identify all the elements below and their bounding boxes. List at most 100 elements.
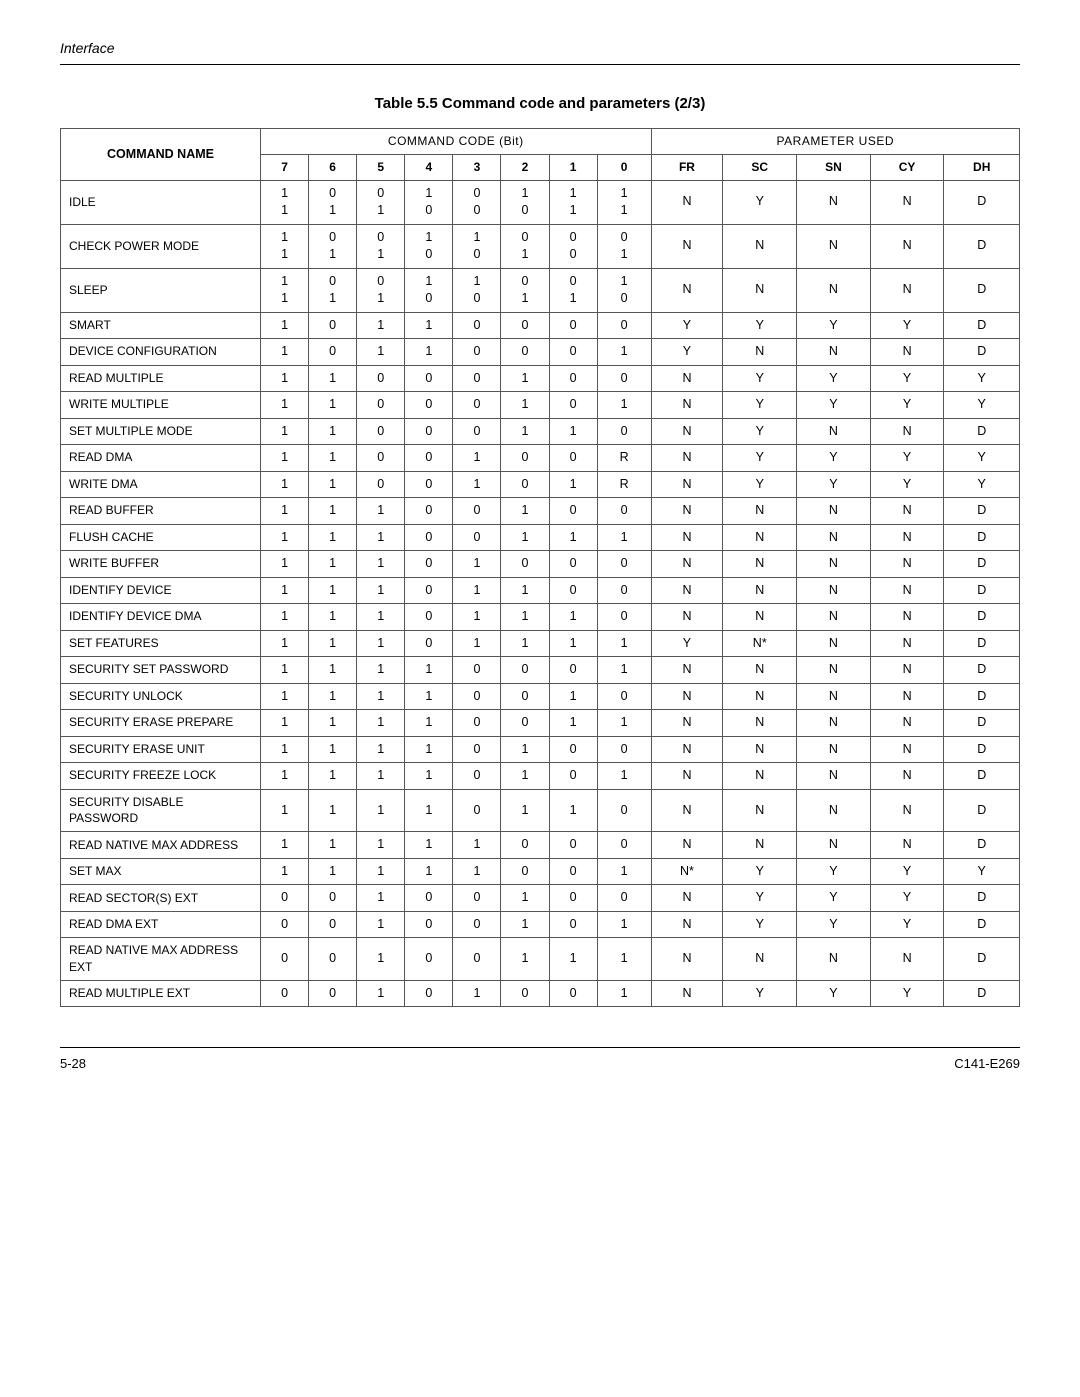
param-cell-4: Y bbox=[944, 445, 1020, 472]
bit-cell-6: 0 1 bbox=[549, 268, 597, 312]
cmd-name-cell: IDENTIFY DEVICE DMA bbox=[61, 604, 261, 631]
param-cell-1: N bbox=[723, 832, 797, 859]
bit-cell-3: 1 bbox=[405, 312, 453, 339]
bit-cell-3: 1 bbox=[405, 832, 453, 859]
bit-cell-3: 0 bbox=[405, 418, 453, 445]
bit-cell-3: 0 bbox=[405, 938, 453, 981]
bit-cell-7: 0 bbox=[597, 365, 651, 392]
param-cell-1: N bbox=[723, 224, 797, 268]
bit-cell-1: 0 bbox=[309, 911, 357, 938]
bit-cell-5: 0 bbox=[501, 551, 549, 578]
param-cell-4: D bbox=[944, 268, 1020, 312]
bit-cell-1: 1 bbox=[309, 551, 357, 578]
bit-cell-2: 1 bbox=[357, 577, 405, 604]
bit-cell-6: 0 bbox=[549, 980, 597, 1007]
bit-cell-4: 0 0 bbox=[453, 180, 501, 224]
cmd-name-cell: SET FEATURES bbox=[61, 630, 261, 657]
bit-cell-3: 1 bbox=[405, 339, 453, 366]
bit-cell-2: 0 1 bbox=[357, 224, 405, 268]
param-cell-1: Y bbox=[723, 471, 797, 498]
cmd-name-cell: READ BUFFER bbox=[61, 498, 261, 525]
bit-cell-0: 1 bbox=[261, 498, 309, 525]
bit-cell-3: 0 bbox=[405, 498, 453, 525]
bit-cell-0: 1 bbox=[261, 471, 309, 498]
bit-cell-1: 1 bbox=[309, 365, 357, 392]
cmd-name-cell: SMART bbox=[61, 312, 261, 339]
param-cell-0: N bbox=[651, 524, 723, 551]
bit-cell-7: 1 bbox=[597, 630, 651, 657]
bit-cell-0: 0 bbox=[261, 938, 309, 981]
param-cell-4: D bbox=[944, 551, 1020, 578]
param-cell-1: N bbox=[723, 498, 797, 525]
bit-cell-1: 0 1 bbox=[309, 180, 357, 224]
table-row: SECURITY ERASE PREPARE11110011NNNND bbox=[61, 710, 1020, 737]
param-cell-1: N bbox=[723, 789, 797, 832]
bit-cell-5: 1 bbox=[501, 577, 549, 604]
cmd-name-cell: CHECK POWER MODE bbox=[61, 224, 261, 268]
bit-cell-6: 0 bbox=[549, 858, 597, 885]
bit-cell-4: 0 bbox=[453, 657, 501, 684]
bit-cell-7: 1 bbox=[597, 710, 651, 737]
bit-cell-7: 1 bbox=[597, 911, 651, 938]
bit-cell-0: 0 bbox=[261, 980, 309, 1007]
col-sn: SN bbox=[797, 154, 871, 180]
bit-cell-7: 0 bbox=[597, 832, 651, 859]
param-cell-1: N bbox=[723, 551, 797, 578]
cmd-name-cell: IDENTIFY DEVICE bbox=[61, 577, 261, 604]
bit-cell-4: 1 bbox=[453, 832, 501, 859]
bit-cell-2: 1 bbox=[357, 339, 405, 366]
col-dh: DH bbox=[944, 154, 1020, 180]
param-cell-3: Y bbox=[870, 392, 944, 419]
bit-cell-1: 1 bbox=[309, 392, 357, 419]
col-bit-5: 5 bbox=[357, 154, 405, 180]
param-cell-3: N bbox=[870, 763, 944, 790]
param-cell-1: Y bbox=[723, 418, 797, 445]
bit-cell-6: 1 bbox=[549, 418, 597, 445]
param-cell-3: N bbox=[870, 683, 944, 710]
bit-cell-5: 1 bbox=[501, 736, 549, 763]
table-row: SECURITY FREEZE LOCK11110101NNNND bbox=[61, 763, 1020, 790]
bit-cell-2: 0 bbox=[357, 445, 405, 472]
bit-cell-0: 1 bbox=[261, 445, 309, 472]
table-row: IDENTIFY DEVICE DMA11101110NNNND bbox=[61, 604, 1020, 631]
bit-cell-0: 1 bbox=[261, 604, 309, 631]
param-cell-2: Y bbox=[797, 858, 871, 885]
param-cell-4: D bbox=[944, 710, 1020, 737]
bit-cell-4: 1 bbox=[453, 577, 501, 604]
param-cell-4: D bbox=[944, 498, 1020, 525]
col-bit-2: 2 bbox=[501, 154, 549, 180]
bit-cell-4: 1 bbox=[453, 980, 501, 1007]
bit-cell-5: 1 bbox=[501, 885, 549, 912]
col-bit-4: 4 bbox=[405, 154, 453, 180]
footer-page-number: 5-28 bbox=[60, 1056, 86, 1071]
bit-cell-2: 1 bbox=[357, 657, 405, 684]
cmd-name-cell: READ MULTIPLE bbox=[61, 365, 261, 392]
bit-cell-3: 1 bbox=[405, 657, 453, 684]
bit-cell-1: 1 bbox=[309, 630, 357, 657]
param-cell-3: Y bbox=[870, 858, 944, 885]
bit-cell-4: 0 bbox=[453, 392, 501, 419]
cmd-name-cell: SECURITY FREEZE LOCK bbox=[61, 763, 261, 790]
param-cell-4: D bbox=[944, 339, 1020, 366]
bit-cell-3: 1 bbox=[405, 683, 453, 710]
bit-cell-3: 1 bbox=[405, 789, 453, 832]
cmd-name-cell: FLUSH CACHE bbox=[61, 524, 261, 551]
param-cell-4: Y bbox=[944, 858, 1020, 885]
param-cell-0: N bbox=[651, 710, 723, 737]
param-cell-2: N bbox=[797, 418, 871, 445]
bit-cell-3: 0 bbox=[405, 980, 453, 1007]
bit-cell-5: 0 bbox=[501, 710, 549, 737]
bit-cell-6: 0 bbox=[549, 498, 597, 525]
param-cell-4: D bbox=[944, 180, 1020, 224]
bit-cell-4: 0 bbox=[453, 524, 501, 551]
table-row: SET MAX11111001N*YYYY bbox=[61, 858, 1020, 885]
bit-cell-4: 0 bbox=[453, 938, 501, 981]
cmd-name-cell: READ MULTIPLE EXT bbox=[61, 980, 261, 1007]
param-cell-2: Y bbox=[797, 911, 871, 938]
param-cell-2: N bbox=[797, 710, 871, 737]
bit-cell-0: 1 bbox=[261, 339, 309, 366]
bit-cell-7: R bbox=[597, 445, 651, 472]
table-row: READ BUFFER11100100NNNND bbox=[61, 498, 1020, 525]
bit-cell-0: 1 bbox=[261, 858, 309, 885]
cmd-name-cell: WRITE MULTIPLE bbox=[61, 392, 261, 419]
